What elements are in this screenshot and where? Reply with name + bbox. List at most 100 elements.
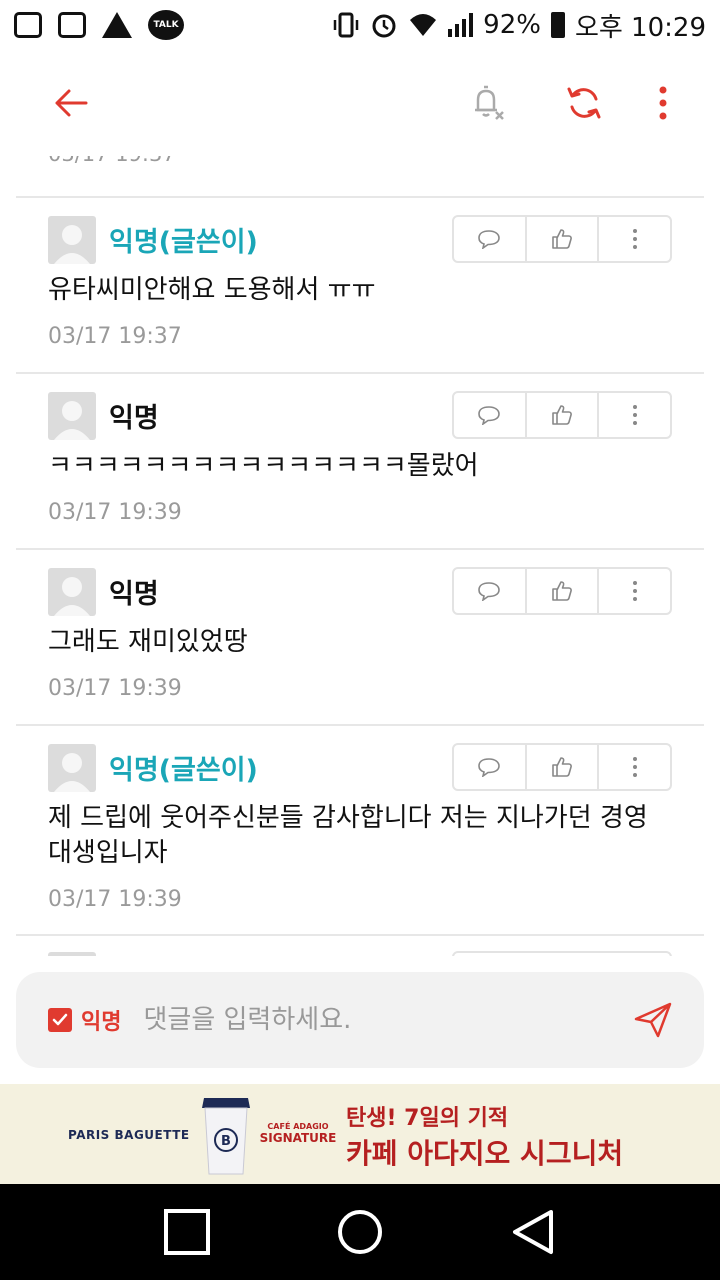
ad-brand: PARIS BAGUETTE (68, 1128, 190, 1142)
comment-more-button[interactable] (597, 745, 670, 789)
reply-button[interactable] (454, 569, 525, 613)
send-button[interactable] (630, 997, 676, 1043)
like-button[interactable] (524, 393, 598, 437)
home-icon (337, 1210, 382, 1254)
avatar (48, 744, 96, 792)
more-vert-icon (632, 757, 637, 777)
notification-toggle-button[interactable] (462, 78, 512, 128)
comment-actions (452, 951, 672, 956)
more-options-button[interactable] (638, 78, 688, 128)
speech-bubble-icon (478, 582, 501, 601)
avatar (48, 216, 96, 264)
back-arrow-icon (55, 89, 88, 117)
signal-icon (448, 13, 474, 37)
default-avatar-icon (54, 401, 90, 440)
thumbs-up-icon (552, 229, 572, 249)
back-icon (513, 1210, 554, 1254)
reply-button[interactable] (454, 745, 525, 789)
checkmark-icon (52, 1013, 68, 1026)
comment-item-partial (0, 936, 720, 956)
ad-banner[interactable]: PARIS BAGUETTE B CAFÉ ADAGIO SIGNATURE 탄… (0, 1084, 720, 1184)
comment-body: 유타씨미안해요 도용해서 ㅠㅠ (48, 275, 376, 305)
speech-bubble-icon (478, 406, 501, 425)
warning-icon (102, 12, 132, 38)
speech-bubble-icon (478, 758, 501, 777)
refresh-button[interactable] (559, 78, 609, 128)
home-button[interactable] (330, 1202, 390, 1262)
speech-bubble-icon (478, 230, 501, 249)
comment-input-bar: 익명 (16, 972, 704, 1068)
default-avatar-icon (54, 225, 90, 264)
comment-more-button[interactable] (597, 393, 670, 437)
ad-title: 카페 아다지오 시그니처 (346, 1137, 624, 1170)
ad-headline: 탄생! 7일의 기적 (346, 1106, 509, 1131)
comment-date: 03/17 19:39 (48, 500, 182, 525)
uplus-icon (14, 12, 42, 38)
reply-button[interactable] (454, 217, 525, 261)
comment-actions (452, 567, 672, 615)
default-avatar-icon (54, 577, 90, 616)
anonymous-checkbox[interactable] (48, 1008, 72, 1032)
alarm-icon (372, 14, 396, 38)
app-bar (0, 50, 720, 156)
thumbs-up-icon (552, 581, 572, 601)
status-bar-left: TALK (14, 10, 184, 40)
more-vert-icon (659, 86, 667, 120)
comment-more-button[interactable] (597, 217, 670, 261)
comment-date: 03/17 19:37 (48, 156, 176, 166)
more-vert-icon (632, 405, 637, 425)
comment-item: 익명 ㅋㅋㅋㅋㅋㅋㅋㅋㅋㅋㅋㅋㅋㅋㅋ몰랐어 03/17 19:39 (0, 374, 720, 548)
clock: 오후 10:29 (574, 12, 706, 43)
status-bar: TALK 92% 오후 10:29 (0, 0, 720, 50)
comment-author: 익명 (109, 403, 159, 434)
ad-logo-main: SIGNATURE (259, 1131, 337, 1145)
recent-apps-button[interactable] (157, 1202, 217, 1262)
comment-author: 익명(글쓴이) (109, 227, 258, 258)
comment-date: 03/17 19:39 (48, 887, 182, 912)
comment-more-button[interactable] (597, 569, 670, 613)
send-icon (634, 1002, 672, 1038)
system-nav-bar (0, 1184, 720, 1280)
comment-date: 03/17 19:39 (48, 676, 182, 701)
default-avatar-icon (54, 753, 90, 792)
reply-button[interactable] (454, 393, 525, 437)
more-vert-icon (632, 581, 637, 601)
comment-actions (452, 215, 672, 263)
avatar (48, 568, 96, 616)
battery-icon (550, 12, 565, 38)
screen: TALK 92% 오후 10:29 익명(글쓴이) 유타씨미안해요 도용해서 ㅠ… (0, 0, 720, 1280)
thumbs-up-icon (552, 405, 572, 425)
system-back-button[interactable] (503, 1202, 563, 1262)
gallery-icon (58, 12, 86, 38)
status-bar-right: 92% 오후 10:29 (332, 7, 706, 44)
anonymous-label[interactable]: 익명 (81, 1004, 121, 1036)
comment-body: ㅋㅋㅋㅋㅋㅋㅋㅋㅋㅋㅋㅋㅋㅋㅋ몰랐어 (48, 451, 479, 481)
back-button[interactable] (46, 78, 96, 128)
comment-list[interactable]: 03/17 19:37 익명(글쓴이) 유타씨미안해요 도용해서 ㅠㅠ 03/1… (0, 156, 720, 956)
comment-author: 익명 (109, 579, 159, 610)
like-button[interactable] (524, 569, 598, 613)
kakaotalk-icon: TALK (148, 10, 184, 40)
wifi-icon (410, 14, 437, 36)
comment-actions (452, 743, 672, 791)
comment-actions (452, 391, 672, 439)
comment-body: 그래도 재미있었땅 (48, 627, 248, 657)
avatar (48, 392, 96, 440)
like-button[interactable] (524, 745, 598, 789)
like-button[interactable] (524, 217, 598, 261)
comment-author: 익명(글쓴이) (109, 755, 258, 786)
more-vert-icon (632, 229, 637, 249)
ad-logo: CAFÉ ADAGIO SIGNATURE (258, 1102, 338, 1145)
comment-date: 03/17 19:37 (48, 324, 182, 349)
avatar (48, 952, 96, 956)
comment-item: 익명 그래도 재미있었땅 03/17 19:39 (0, 550, 720, 724)
coffee-cup-image: B (202, 1098, 250, 1175)
comment-item: 익명(글쓴이) 유타씨미안해요 도용해서 ㅠㅠ 03/17 19:37 (0, 198, 720, 372)
refresh-icon (567, 87, 601, 119)
vibrate-icon (333, 12, 359, 38)
comment-body: 제 드립에 웃어주신분들 감사합니다 저는 지나가던 경영대생입니자 (48, 803, 648, 868)
comment-input[interactable] (143, 1005, 630, 1035)
recent-apps-icon (163, 1209, 210, 1255)
battery-percent: 92% (483, 10, 541, 40)
ad-logo-sub: CAFÉ ADAGIO (267, 1122, 329, 1131)
